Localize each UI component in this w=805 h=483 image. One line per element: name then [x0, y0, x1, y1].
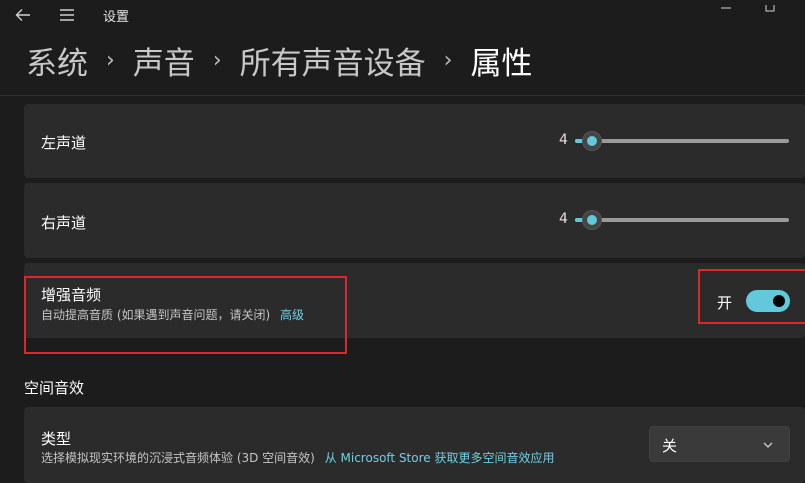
right-channel-slider[interactable] [575, 209, 789, 231]
right-channel-card: 右声道 4 [24, 183, 805, 258]
spatial-sound-section-title: 空间音效 [24, 379, 85, 397]
breadcrumb-separator: › [212, 47, 222, 73]
breadcrumb-system[interactable]: 系统 [26, 38, 88, 83]
slider-thumb[interactable] [582, 131, 602, 151]
hamburger-menu-icon [60, 9, 74, 21]
breadcrumb: 系统 › 声音 › 所有声音设备 › 属性 [26, 36, 532, 84]
breadcrumb-sound[interactable]: 声音 [133, 38, 195, 83]
left-channel-label: 左声道 [41, 134, 87, 152]
slider-track [575, 218, 789, 222]
microsoft-store-link[interactable]: 从 Microsoft Store 获取更多空间音效应用 [325, 451, 555, 465]
breadcrumb-separator: › [106, 47, 115, 73]
app-title: 设置 [103, 10, 130, 25]
slider-thumb[interactable] [582, 210, 602, 230]
right-channel-value: 4 [559, 211, 568, 227]
highlight-box-label [24, 276, 347, 354]
right-channel-label: 右声道 [41, 214, 87, 232]
chevron-down-icon [763, 442, 773, 448]
maximize-icon [765, 4, 775, 12]
minimize-icon [721, 7, 731, 9]
left-channel-value: 4 [559, 132, 568, 148]
spatial-type-card: 类型 选择模拟现实环境的沉浸式音频体验 (3D 空间音效) 从 Microsof… [24, 407, 805, 483]
left-channel-slider[interactable] [575, 130, 789, 152]
page-title: 属性 [470, 45, 533, 82]
back-arrow-icon [15, 9, 30, 21]
spatial-type-dropdown[interactable]: 关 [649, 426, 790, 462]
breadcrumb-all-devices[interactable]: 所有声音设备 [240, 38, 426, 83]
spatial-type-label: 类型 [41, 430, 72, 448]
back-button[interactable] [12, 4, 36, 26]
maximize-button[interactable] [758, 0, 782, 12]
menu-button[interactable] [56, 4, 78, 26]
highlight-box-toggle [698, 269, 805, 324]
slider-track [575, 139, 789, 143]
spatial-type-description-text: 选择模拟现实环境的沉浸式音频体验 (3D 空间音效) [41, 451, 315, 465]
left-channel-card: 左声道 4 [24, 104, 805, 178]
header-divider [0, 95, 805, 96]
minimize-button[interactable] [712, 0, 740, 10]
dropdown-value: 关 [662, 437, 678, 455]
breadcrumb-separator: › [443, 47, 453, 73]
spatial-type-description: 选择模拟现实环境的沉浸式音频体验 (3D 空间音效) 从 Microsoft S… [41, 449, 554, 466]
